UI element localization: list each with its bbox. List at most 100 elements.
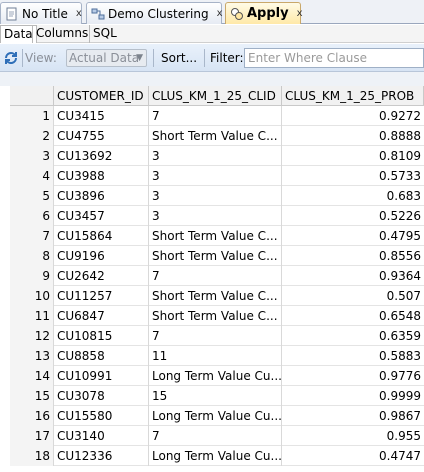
prob-cell[interactable]: 0.683	[282, 186, 424, 206]
column-header-prob[interactable]: CLUS_KM_1_25_PROB	[282, 86, 424, 106]
table-row[interactable]: 1 CU3415 7 0.9272	[10, 106, 424, 126]
table-row[interactable]: 17 CU3140 7 0.955	[10, 426, 424, 446]
customer-id-cell[interactable]: CU6847	[54, 306, 149, 326]
table-row[interactable]: 8 CU9196 Short Term Value C... 0.8556	[10, 246, 424, 266]
prob-cell[interactable]: 0.5226	[282, 206, 424, 226]
customer-id-cell[interactable]: CU3415	[54, 106, 149, 126]
customer-id-cell[interactable]: CU15864	[54, 226, 149, 246]
tab-columns[interactable]: Columns	[32, 25, 91, 43]
prob-cell[interactable]: 0.9999	[282, 386, 424, 406]
customer-id-cell[interactable]: CU3140	[54, 426, 149, 446]
row-number: 3	[10, 146, 54, 166]
chevron-down-icon: ▼	[136, 53, 143, 63]
tab-label: No Title	[22, 6, 68, 21]
tab-no-title[interactable]: No Title x	[0, 2, 82, 24]
clid-cell[interactable]: 11	[149, 346, 282, 366]
clid-cell[interactable]: Long Term Value Cu...	[149, 406, 282, 426]
prob-cell[interactable]: 0.8556	[282, 246, 424, 266]
customer-id-cell[interactable]: CU13692	[54, 146, 149, 166]
clid-cell[interactable]: Short Term Value C...	[149, 246, 282, 266]
customer-id-cell[interactable]: CU2642	[54, 266, 149, 286]
customer-id-cell[interactable]: CU4755	[54, 126, 149, 146]
table-row[interactable]: 16 CU15580 Long Term Value Cu... 0.9867	[10, 406, 424, 426]
clid-cell[interactable]: 15	[149, 386, 282, 406]
customer-id-cell[interactable]: CU10991	[54, 366, 149, 386]
customer-id-cell[interactable]: CU8858	[54, 346, 149, 366]
prob-cell[interactable]: 0.5883	[282, 346, 424, 366]
customer-id-cell[interactable]: CU3988	[54, 166, 149, 186]
clid-cell[interactable]: 3	[149, 186, 282, 206]
table-row[interactable]: 6 CU3457 3 0.5226	[10, 206, 424, 226]
tab-sql[interactable]: SQL	[89, 25, 120, 43]
sort-button[interactable]: Sort...	[161, 44, 197, 72]
row-number: 12	[10, 326, 54, 346]
table-row[interactable]: 15 CU3078 15 0.9999	[10, 386, 424, 406]
clid-cell[interactable]: 3	[149, 166, 282, 186]
clid-cell[interactable]: Short Term Value C...	[149, 306, 282, 326]
clid-cell[interactable]: 7	[149, 326, 282, 346]
clid-cell[interactable]: 3	[149, 206, 282, 226]
clid-cell[interactable]: Long Term Value Cu...	[149, 366, 282, 386]
prob-cell[interactable]: 0.6359	[282, 326, 424, 346]
table-row[interactable]: 10 CU11257 Short Term Value C... 0.507	[10, 286, 424, 306]
prob-cell[interactable]: 0.9776	[282, 366, 424, 386]
close-icon[interactable]: x	[217, 8, 223, 19]
table-row[interactable]: 5 CU3896 3 0.683	[10, 186, 424, 206]
prob-cell[interactable]: 0.8109	[282, 146, 424, 166]
prob-cell[interactable]: 0.6548	[282, 306, 424, 326]
view-select-value: Actual Data	[69, 51, 140, 65]
prob-cell[interactable]: 0.5733	[282, 166, 424, 186]
table-row[interactable]: 3 CU13692 3 0.8109	[10, 146, 424, 166]
table-row[interactable]: 4 CU3988 3 0.5733	[10, 166, 424, 186]
clid-cell[interactable]: 7	[149, 106, 282, 126]
column-header-clid[interactable]: CLUS_KM_1_25_CLID	[149, 86, 282, 106]
prob-cell[interactable]: 0.4747	[282, 446, 424, 466]
table-row[interactable]: 7 CU15864 Short Term Value C... 0.4795	[10, 226, 424, 246]
table-row[interactable]: 14 CU10991 Long Term Value Cu... 0.9776	[10, 366, 424, 386]
clid-cell[interactable]: Short Term Value C...	[149, 226, 282, 246]
clid-cell[interactable]: 7	[149, 266, 282, 286]
customer-id-cell[interactable]: CU12336	[54, 446, 149, 466]
close-icon[interactable]: x	[76, 8, 82, 19]
table-row[interactable]: 12 CU10815 7 0.6359	[10, 326, 424, 346]
view-label: View:	[25, 51, 57, 65]
clid-cell[interactable]: 3	[149, 146, 282, 166]
customer-id-cell[interactable]: CU3078	[54, 386, 149, 406]
clid-cell[interactable]: 7	[149, 426, 282, 446]
row-number: 16	[10, 406, 54, 426]
prob-cell[interactable]: 0.9272	[282, 106, 424, 126]
customer-id-cell[interactable]: CU10815	[54, 326, 149, 346]
toolbar-separator	[22, 49, 23, 67]
prob-cell[interactable]: 0.4795	[282, 226, 424, 246]
clid-cell[interactable]: Short Term Value C...	[149, 286, 282, 306]
close-icon[interactable]: x	[297, 8, 303, 19]
clid-cell[interactable]: Long Term Value Cu...	[149, 446, 282, 466]
filter-label: Filter:	[210, 51, 244, 65]
filter-input[interactable]: Enter Where Clause	[244, 48, 424, 68]
clid-cell[interactable]: Short Term Value C...	[149, 126, 282, 146]
row-number: 15	[10, 386, 54, 406]
customer-id-cell[interactable]: CU9196	[54, 246, 149, 266]
table-row[interactable]: 9 CU2642 7 0.9364	[10, 266, 424, 286]
table-row[interactable]: 11 CU6847 Short Term Value C... 0.6548	[10, 306, 424, 326]
prob-cell[interactable]: 0.8888	[282, 126, 424, 146]
toolbar: View: Actual Data ▼ Sort... Filter: Ente…	[0, 44, 424, 72]
tab-apply[interactable]: Apply x	[225, 2, 303, 24]
table-row[interactable]: 13 CU8858 11 0.5883	[10, 346, 424, 366]
view-select[interactable]: Actual Data ▼	[66, 49, 147, 67]
sub-tab-bar: Data Columns SQL	[0, 25, 424, 43]
customer-id-cell[interactable]: CU11257	[54, 286, 149, 306]
customer-id-cell[interactable]: CU3896	[54, 186, 149, 206]
prob-cell[interactable]: 0.9364	[282, 266, 424, 286]
table-row[interactable]: 18 CU12336 Long Term Value Cu... 0.4747	[10, 446, 424, 466]
table-row[interactable]: 2 CU4755 Short Term Value C... 0.8888	[10, 126, 424, 146]
tab-demo-clustering[interactable]: Demo Clustering x	[86, 2, 223, 24]
prob-cell[interactable]: 0.955	[282, 426, 424, 446]
workflow-icon	[91, 7, 105, 21]
refresh-icon[interactable]	[3, 50, 19, 66]
customer-id-cell[interactable]: CU3457	[54, 206, 149, 226]
column-header-customer-id[interactable]: CUSTOMER_ID	[54, 86, 149, 106]
prob-cell[interactable]: 0.507	[282, 286, 424, 306]
customer-id-cell[interactable]: CU15580	[54, 406, 149, 426]
prob-cell[interactable]: 0.9867	[282, 406, 424, 426]
